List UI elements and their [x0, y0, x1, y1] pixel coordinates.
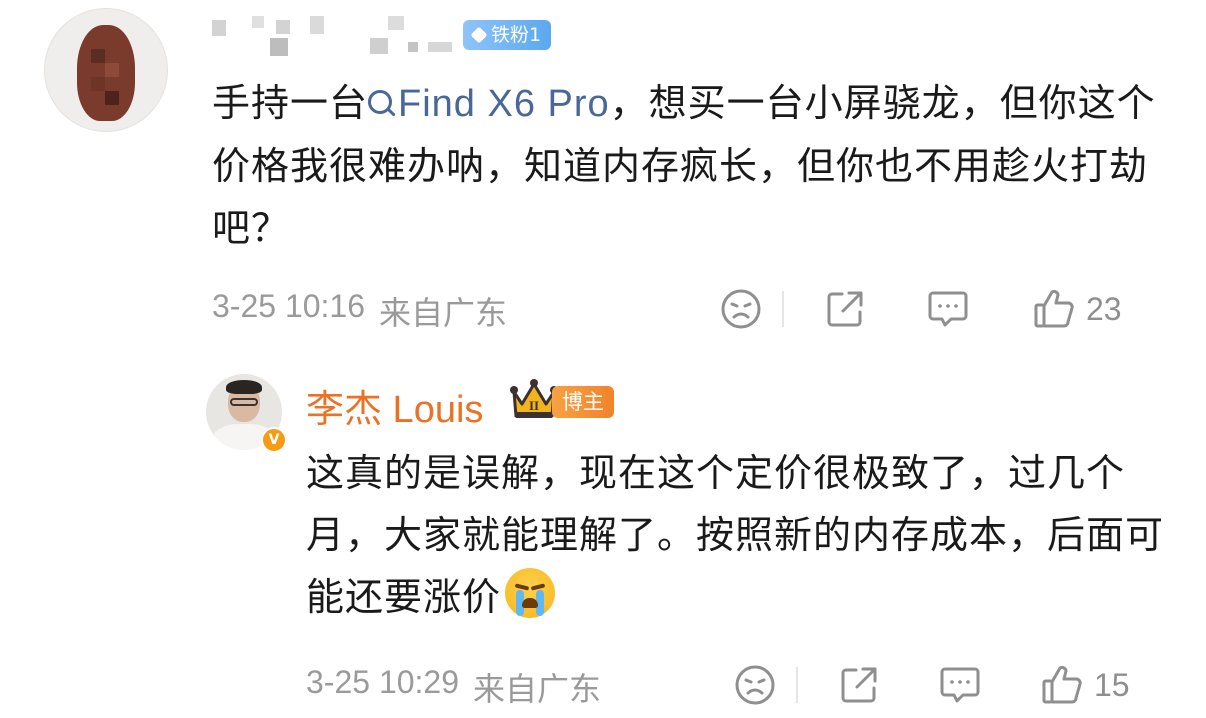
comment-text-start: 手持一台: [212, 81, 369, 125]
avatar-mosaic: [91, 49, 105, 63]
sad-face-icon: [735, 665, 775, 705]
comment-date: 3-25 10:16: [212, 288, 366, 324]
host-badge: 博主: [552, 386, 614, 418]
reply-action-bar: 15: [724, 660, 1206, 710]
comment-bubble-icon: [928, 291, 968, 327]
reply-meta: 3-25 10:29 来自广东: [306, 664, 601, 710]
share-button[interactable]: [838, 660, 880, 710]
avatar-mosaic: [105, 91, 119, 105]
share-button[interactable]: [824, 284, 866, 334]
reply-date: 3-25 10:29: [306, 664, 460, 700]
avatar-hair: [226, 380, 262, 394]
thumbs-up-icon: [1034, 289, 1074, 328]
fan-level-badge: 铁粉1: [463, 20, 552, 50]
reply-button[interactable]: [926, 284, 970, 334]
comment-text: 手持一台 Find X6 Pro，想买一台小屏骁龙，但你这个价格我很难办呐，知道内…: [212, 72, 1172, 259]
reply-button[interactable]: [938, 660, 982, 710]
product-link-label: Find X6 Pro: [398, 83, 610, 125]
avatar-glasses: [230, 398, 258, 406]
commenter-avatar[interactable]: [44, 8, 168, 132]
comment-bubble-icon: [940, 667, 980, 703]
reply-text: 这真的是误解，现在这个定价很极致了，过几个月，大家就能理解了。按照新的内存成本，…: [306, 442, 1166, 628]
action-divider: [796, 667, 798, 703]
share-icon: [841, 667, 877, 703]
comment-action-bar: 23: [720, 284, 1206, 334]
reply-location: 来自广东: [473, 671, 602, 707]
crying-face-emoji: [505, 568, 556, 618]
dislike-button[interactable]: [734, 660, 776, 710]
commenter-name-redacted[interactable]: [212, 16, 462, 56]
thumbs-up-icon: [1042, 665, 1082, 704]
crown-level: II: [529, 398, 539, 413]
action-divider: [782, 291, 784, 327]
reply-text-content: 这真的是误解，现在这个定价很极致了，过几个月，大家就能理解了。按照新的内存成本，…: [306, 451, 1165, 619]
like-count: 23: [1086, 290, 1122, 327]
fan-badge-label: 铁粉1: [491, 24, 542, 46]
like-count: 15: [1094, 666, 1130, 703]
search-icon: [368, 90, 393, 114]
avatar-mosaic: [91, 77, 105, 91]
comment-meta: 3-25 10:16 来自广东: [212, 288, 507, 334]
sad-face-icon: [721, 289, 761, 329]
avatar-mosaic: [105, 63, 119, 77]
verified-icon: V: [261, 427, 287, 453]
dislike-button[interactable]: [720, 284, 762, 334]
like-button[interactable]: 15: [1040, 660, 1130, 710]
share-icon: [827, 291, 863, 327]
comment-location: 来自广东: [379, 295, 508, 331]
author-name[interactable]: 李杰 Louis: [306, 378, 483, 433]
product-link[interactable]: Find X6 Pro: [368, 83, 610, 125]
diamond-icon: [470, 26, 488, 44]
like-button[interactable]: 23: [1032, 284, 1122, 334]
